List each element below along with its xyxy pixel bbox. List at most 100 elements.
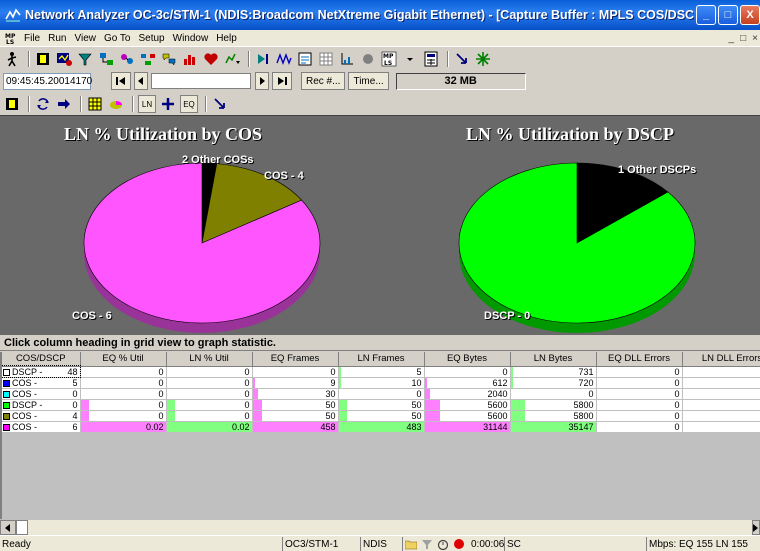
- row-label: DSCP -: [12, 399, 43, 410]
- rec-number-button[interactable]: Rec #...: [301, 72, 346, 90]
- table-row[interactable]: DSCP -480005073100: [2, 365, 760, 378]
- network-stats-icon[interactable]: [97, 50, 115, 68]
- maximize-button[interactable]: □: [718, 5, 738, 25]
- first-record-button[interactable]: [111, 72, 131, 90]
- pie-label-other-dscp: 1 Other DSCPs: [618, 164, 697, 176]
- row-label-cell[interactable]: COS - 0: [2, 388, 81, 400]
- horizontal-scrollbar[interactable]: [0, 519, 760, 535]
- scroll-right-button[interactable]: [752, 520, 760, 535]
- menu-setup[interactable]: Setup: [134, 33, 168, 44]
- pie-label-other-cos: 2 Other COSs: [182, 154, 254, 166]
- timer-icon: [437, 539, 449, 550]
- cell-value: 5: [416, 366, 422, 377]
- minimize-button[interactable]: _: [696, 5, 716, 25]
- table-row[interactable]: DSCP -00050505600580000: [2, 399, 760, 411]
- cell-eq-bytes: 5600: [424, 399, 511, 411]
- column-header-ln-dll-errors[interactable]: LN DLL Errors: [682, 352, 760, 367]
- row-label-cell[interactable]: COS - 4: [2, 410, 81, 422]
- node-stats-icon[interactable]: [139, 50, 157, 68]
- add-icon[interactable]: [159, 95, 177, 113]
- table-row[interactable]: COS - 6 0.02 0.02 458 483 31144 35147 00: [2, 421, 760, 433]
- mdi-restore-button[interactable]: □: [740, 33, 746, 44]
- pointer-icon[interactable]: [211, 95, 229, 113]
- crosshair-icon[interactable]: [474, 50, 492, 68]
- toolbar-separator: [205, 96, 207, 112]
- table-grid-icon[interactable]: [317, 50, 335, 68]
- filter-icon[interactable]: [76, 50, 94, 68]
- pointer-icon[interactable]: [453, 50, 471, 68]
- refresh-icon[interactable]: [34, 95, 52, 113]
- close-button[interactable]: X: [740, 5, 760, 25]
- heart-monitor-icon[interactable]: [202, 50, 220, 68]
- arrow-right-icon[interactable]: [55, 95, 73, 113]
- run-figure-icon[interactable]: [3, 50, 21, 68]
- column-header-ln-frames[interactable]: LN Frames: [338, 352, 425, 367]
- eq-toggle-button[interactable]: EQ: [180, 95, 198, 113]
- protocol-stats-icon[interactable]: [118, 50, 136, 68]
- chart-axis-icon[interactable]: [338, 50, 356, 68]
- table-row[interactable]: COS -50091061272000: [2, 377, 760, 389]
- next-record-button[interactable]: [255, 72, 269, 90]
- cell-ln-dll: 0: [682, 377, 760, 389]
- cell-value: 0: [674, 388, 680, 399]
- time-button[interactable]: Time...: [348, 72, 389, 90]
- scroll-left-button[interactable]: [0, 520, 16, 535]
- ln-toggle-button[interactable]: LN: [138, 95, 156, 113]
- calculator-icon[interactable]: [422, 50, 440, 68]
- cell-ln-dll: 0: [682, 399, 760, 411]
- cell-ln-util: 0: [166, 410, 253, 422]
- stop-capture-icon[interactable]: [34, 50, 52, 68]
- dropdown-arrow-icon[interactable]: [401, 50, 419, 68]
- row-label: DSCP -: [12, 366, 43, 377]
- column-header-eq-dll-errors[interactable]: EQ DLL Errors: [596, 352, 683, 367]
- column-header-cos-dscp[interactable]: COS/DSCP: [2, 352, 81, 367]
- waveform-icon[interactable]: [275, 50, 293, 68]
- row-label-cell[interactable]: COS - 5: [2, 377, 81, 389]
- menu-goto[interactable]: Go To: [100, 33, 135, 44]
- mdi-document-icon[interactable]: MP LS: [4, 32, 18, 44]
- stop-icon[interactable]: [3, 95, 21, 113]
- cell-eq-util: 0: [80, 366, 167, 378]
- table-row[interactable]: COS -40050505600580000: [2, 410, 760, 422]
- title-bar[interactable]: Network Analyzer OC-3c/STM-1 (NDIS:Broad…: [0, 0, 760, 30]
- dropdown-chart-icon[interactable]: [223, 50, 241, 68]
- menu-window[interactable]: Window: [169, 33, 213, 44]
- play-forward-icon[interactable]: [254, 50, 272, 68]
- menu-view[interactable]: View: [70, 33, 100, 44]
- pie-view-icon[interactable]: [107, 95, 125, 113]
- previous-record-button[interactable]: [134, 72, 148, 90]
- cell-value: 0: [674, 421, 680, 432]
- row-label: COS -: [12, 388, 38, 399]
- column-header-ln-bytes[interactable]: LN Bytes: [510, 352, 597, 367]
- column-header-ln-util[interactable]: LN % Util: [166, 352, 253, 367]
- cell-value: 35147: [568, 421, 594, 432]
- row-label-cell[interactable]: DSCP - 48: [2, 365, 81, 378]
- menu-run[interactable]: Run: [44, 33, 70, 44]
- column-header-eq-bytes[interactable]: EQ Bytes: [424, 352, 511, 367]
- cell-ln-frames: 483: [338, 421, 425, 433]
- cell-eq-bytes: 5600: [424, 410, 511, 422]
- mdi-minimize-button[interactable]: _: [729, 33, 735, 44]
- mpls-icon[interactable]: MP LS: [380, 50, 398, 68]
- conversation-icon[interactable]: [160, 50, 178, 68]
- row-label-cell[interactable]: DSCP - 0: [2, 399, 81, 411]
- report-icon[interactable]: [296, 50, 314, 68]
- cell-value: 0: [588, 388, 594, 399]
- scroll-thumb[interactable]: [16, 520, 28, 535]
- record-icon[interactable]: [359, 50, 377, 68]
- cell-value: 0.02: [145, 421, 164, 432]
- last-record-button[interactable]: [272, 72, 292, 90]
- timestamp-field[interactable]: 09:45:45.20014170: [3, 72, 92, 90]
- row-label-cell[interactable]: COS - 6: [2, 421, 81, 433]
- grid-view-icon[interactable]: [86, 95, 104, 113]
- column-header-eq-frames[interactable]: EQ Frames: [252, 352, 339, 367]
- table-row[interactable]: COS -0003002040000: [2, 388, 760, 400]
- record-slider[interactable]: [151, 73, 251, 89]
- menu-file[interactable]: File: [20, 33, 44, 44]
- column-header-eq-util[interactable]: EQ % Util: [80, 352, 167, 367]
- cell-ln-frames: 10: [338, 377, 425, 389]
- histogram-icon[interactable]: [181, 50, 199, 68]
- mdi-close-button[interactable]: ×: [752, 33, 758, 44]
- capture-monitor-icon[interactable]: [55, 50, 73, 68]
- menu-help[interactable]: Help: [212, 33, 241, 44]
